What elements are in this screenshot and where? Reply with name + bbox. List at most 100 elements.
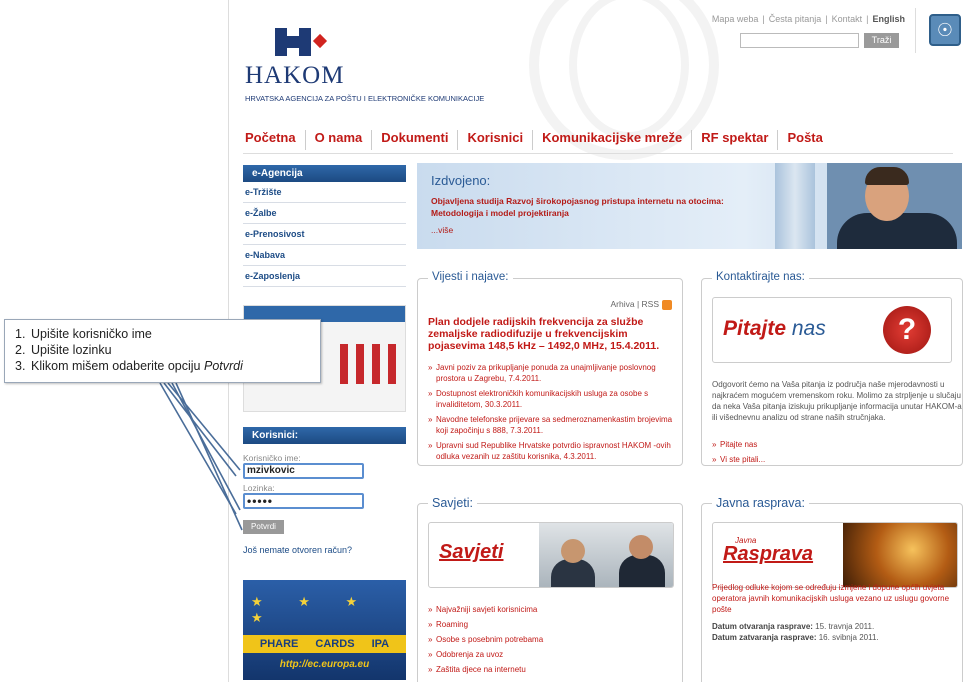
username-label: Korisničko ime:	[243, 453, 301, 463]
hakom-page: Mapa weba | Česta pitanja | Kontakt | English …	[228, 0, 965, 682]
vi-ste-pitali-link[interactable]: Vi ste pitali...	[712, 454, 952, 465]
logo-mark	[275, 28, 287, 56]
news-item[interactable]: Javni poziv za prikupljanje ponuda za un…	[428, 362, 673, 384]
open-date-label: Datum otvaranja rasprave:	[712, 622, 813, 631]
contact-links: Pitajte nas Vi ste pitali...	[712, 439, 952, 469]
rasprava-label: Rasprava	[723, 543, 814, 565]
nav-komunikacijske-mreze[interactable]: Komunikacijske mreže	[533, 130, 693, 150]
debate-title: Javna rasprava:	[712, 496, 809, 510]
main-nav: Početna O nama Dokumenti Korisnici Komun…	[243, 130, 832, 150]
divider	[915, 8, 916, 53]
nav-rf-spektar[interactable]: RF spektar	[692, 130, 779, 150]
news-list: Javni poziv za prikupljanje ponuda za un…	[428, 362, 673, 466]
meeting-photo	[539, 523, 673, 587]
step-number: 3.	[15, 359, 26, 373]
callout-step: 1. Upišite korisničko ime	[9, 326, 320, 342]
tips-item[interactable]: Odobrenja za uvoz	[428, 649, 673, 660]
question-mark-icon: ?	[883, 306, 931, 354]
pitajte-label: Pitajte nas	[723, 317, 826, 340]
statistics-bar	[372, 344, 380, 384]
news-item[interactable]: Dostupnost elektroničkih komunikacijskih…	[428, 388, 673, 410]
news-item[interactable]: Upravni sud Republike Hrvatske potvrdio …	[428, 440, 673, 462]
divider	[243, 153, 953, 154]
pitajte-nas-banner[interactable]: Pitajte nas ?	[712, 297, 952, 363]
tips-title: Savjeti:	[428, 496, 477, 510]
link-cesta-pitanja[interactable]: Česta pitanja	[767, 14, 824, 24]
featured-link[interactable]: Objavljena studija Razvoj širokopojasnog…	[431, 195, 761, 219]
logo-wordmark: HAKOM	[245, 62, 345, 89]
eu-stars: ★ ★ ★ ★	[251, 594, 374, 625]
nav-dokumenti[interactable]: Dokumenti	[372, 130, 459, 150]
microphone-photo	[843, 523, 957, 587]
debate-dates: Datum otvaranja rasprave: 15. travnja 20…	[712, 621, 962, 643]
statistics-bar	[388, 344, 396, 384]
sidebar-title: e-Agencija	[243, 165, 406, 182]
instruction-callout: 1. Upišite korisničko ime 2. Upišite lozin…	[4, 319, 321, 383]
sidebar-item-e-prenosivost[interactable]: e-Prenosivost	[243, 224, 406, 245]
logo-mark	[312, 33, 328, 49]
callout-step: 3. Klikom mišem odaberite opciju Potvrdi	[9, 358, 320, 374]
archive-rss-label: Arhiva | RSS	[610, 299, 659, 309]
link-mapa-weba[interactable]: Mapa weba	[710, 14, 761, 24]
archive-rss-link[interactable]: Arhiva | RSS	[610, 299, 672, 310]
login-title: Korisnici:	[243, 427, 406, 444]
close-date-label: Datum zatvaranja rasprave:	[712, 633, 817, 642]
debate-box: Javna rasprava: Javna Rasprava Prijedlog…	[701, 496, 963, 682]
featured-title: Izdvojeno:	[431, 173, 491, 188]
news-box: Vijesti i najave: Arhiva | RSS Plan dodj…	[417, 271, 683, 466]
pitajte-nas-link[interactable]: Pitajte nas	[712, 439, 952, 450]
step-emphasis: Potvrdi	[204, 359, 243, 373]
step-text: Upišite korisničko ime	[31, 327, 152, 341]
password-input[interactable]: •••••	[243, 493, 364, 509]
callout-step: 2. Upišite lozinku	[9, 342, 320, 358]
savjeti-banner[interactable]: Savjeti	[428, 522, 674, 588]
featured-more-link[interactable]: ...više	[431, 225, 453, 235]
logo-mark	[299, 28, 311, 56]
contact-box: Kontaktirajte nas: Pitajte nas ? Odgovor…	[701, 271, 963, 469]
logo-mark	[287, 36, 299, 48]
step-text: Klikom mišem odaberite opciju	[31, 359, 204, 373]
businessman-photo	[827, 163, 962, 249]
sidebar-item-e-nabava[interactable]: e-Nabava	[243, 245, 406, 266]
news-headline[interactable]: Plan dodjele radijskih frekvencija za sl…	[428, 316, 673, 352]
tips-item[interactable]: Roaming	[428, 619, 673, 630]
logo-subtitle: HRVATSKA AGENCIJA ZA POŠTU I ELEKTRONIČK…	[245, 94, 485, 103]
password-label: Lozinka:	[243, 483, 275, 493]
link-english[interactable]: English	[870, 14, 907, 24]
tips-list: Najvažniji savjeti korisnicima Roaming O…	[428, 604, 673, 679]
rss-icon	[662, 299, 672, 310]
nav-o-nama[interactable]: O nama	[306, 130, 373, 150]
tips-item[interactable]: Zaštita djece na internetu	[428, 664, 673, 675]
eu-url: http://ec.europa.eu	[279, 659, 370, 670]
news-title: Vijesti i najave:	[428, 271, 513, 283]
close-date: 16. svibnja 2011.	[818, 633, 879, 642]
tips-item[interactable]: Osobe s posebnim potrebama	[428, 634, 673, 645]
sidebar-item-e-trziste[interactable]: e-Tržište	[243, 182, 406, 203]
step-number: 2.	[15, 343, 26, 357]
top-links: Mapa weba | Česta pitanja | Kontakt | English	[710, 14, 907, 24]
accessibility-icon[interactable]: ☉	[929, 14, 961, 46]
building-image	[775, 163, 815, 249]
nav-korisnici[interactable]: Korisnici	[458, 130, 534, 150]
nav-posta[interactable]: Pošta	[778, 130, 831, 150]
step-text: Upišite lozinku	[31, 343, 112, 357]
sidebar-item-e-zalbe[interactable]: e-Žalbe	[243, 203, 406, 224]
potvrdi-button[interactable]: Potvrdi	[243, 520, 284, 534]
tips-item[interactable]: Najvažniji savjeti korisnicima	[428, 604, 673, 615]
tips-box: Savjeti: Savjeti Najvažniji savjeti kori…	[417, 496, 683, 682]
sidebar-item-e-zaposlenja[interactable]: e-Zaposlenja	[243, 266, 406, 287]
username-input[interactable]: mzivkovic	[243, 463, 364, 479]
rasprava-banner[interactable]: Javna Rasprava	[712, 522, 958, 588]
sidebar-e-agencija: e-Agencija e-Tržište e-Žalbe e-Prenosivo…	[243, 165, 406, 287]
nav-pocetna[interactable]: Početna	[243, 130, 306, 150]
debate-text[interactable]: Prijedlog odluke kojom se određuju izmje…	[712, 582, 962, 615]
contact-title: Kontaktirajte nas:	[712, 271, 809, 283]
search-input[interactable]	[740, 33, 859, 48]
news-item[interactable]: Navodne telefonske prijevare sa sedmeroz…	[428, 414, 673, 436]
search-button[interactable]: Traži	[864, 33, 899, 48]
link-kontakt[interactable]: Kontakt	[830, 14, 865, 24]
register-link[interactable]: Još nemate otvoren račun?	[243, 545, 406, 555]
eu-banner[interactable]: ★ ★ ★ ★ PHARE CARDS IPA http://ec.europa…	[243, 580, 406, 680]
savjeti-label: Savjeti	[439, 541, 504, 563]
statistics-bar	[356, 344, 364, 384]
